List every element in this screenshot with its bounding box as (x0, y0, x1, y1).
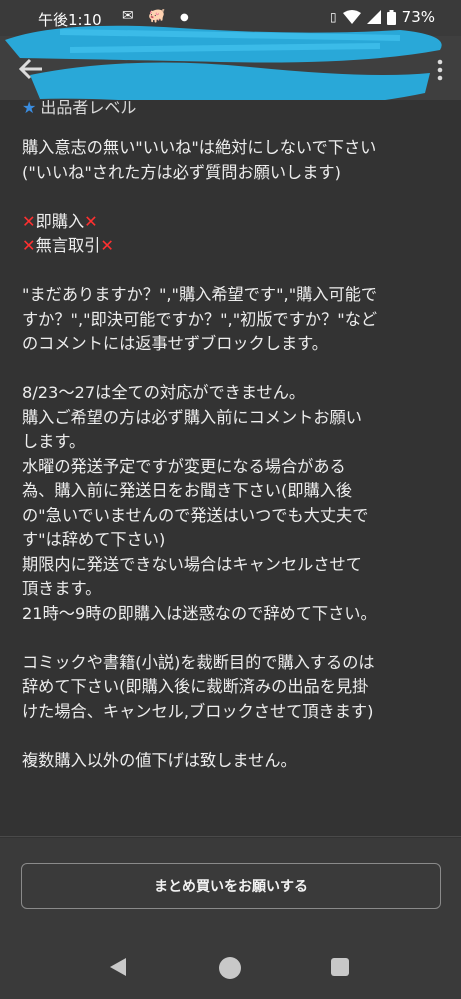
nav-back-icon[interactable] (108, 957, 128, 977)
description-line: 複数購入以外の値下げは致しません。 (22, 750, 297, 770)
description-line: "まだありますか？","購入希望です","購入可能で (22, 285, 378, 304)
description-line: す"は辞めて下さい) (22, 530, 166, 549)
divider (0, 836, 461, 837)
description-line: 購入意志の無い"いいね"は絶対にしないで下さい (22, 138, 377, 157)
vibrate-icon: ▯ (330, 10, 337, 24)
description-line: 頂きます。 (22, 579, 102, 598)
description-line: 為、購入前に発送日をお聞き下さい(即購入後 (22, 481, 353, 500)
description-line: の"急いでいませんので発送はいつでも大丈夫で (22, 505, 369, 525)
description-line: けた場合、キャンセル,ブロックさせて頂きます) (22, 701, 374, 721)
level-badge-icon: ★ (22, 100, 37, 117)
description-line (22, 724, 442, 749)
description-line: ✕即購入✕ (22, 211, 98, 231)
dot-icon: ● (180, 12, 189, 23)
description-line: コミックや書籍(小説)を裁断目的で購入するのは (22, 652, 375, 672)
description-line: 購入ご希望の方は必ず購入前にコメントお願い (22, 407, 362, 427)
description-line: 8/23〜27は全ての対応ができません。 (22, 383, 306, 402)
nav-home-icon[interactable] (219, 957, 241, 979)
description-line: のコメントには返事せずブロックします。 (22, 334, 328, 353)
listing-description: ★ 出品者レベル 購入意志の無い"いいね"は絶対にしないで下さい ("いいね"された… (0, 100, 461, 838)
navigation-bar (0, 935, 461, 999)
signal-icon (366, 10, 381, 24)
description-line (22, 626, 442, 651)
description-line: します。 (22, 432, 86, 451)
description-line (22, 259, 442, 284)
description-line (22, 357, 442, 382)
wifi-icon (342, 10, 361, 24)
cross-mark-icon: ✕ (84, 211, 98, 231)
description-line: 水曜の発送予定ですが変更になる場合がある (22, 456, 346, 476)
nav-recent-icon[interactable] (331, 958, 349, 976)
cross-mark-icon: ✕ (100, 236, 114, 255)
seller-level-label: 出品者レベル (40, 100, 137, 117)
description-line: ✕無言取引✕ (22, 236, 114, 255)
piggy-bank-icon: 🐖 (148, 8, 166, 24)
more-vert-icon[interactable] (437, 58, 443, 82)
description-line: ("いいね"された方は必ず質問お願いします) (22, 162, 341, 182)
status-time: 午後1:10 (38, 11, 102, 29)
cross-mark-icon: ✕ (22, 236, 36, 255)
description-line (22, 185, 442, 210)
battery-icon (386, 9, 396, 25)
description-line: 期限内に発送できない場合はキャンセルさせて (22, 554, 362, 574)
description-text: 購入意志の無い"いいね"は絶対にしないで下さい ("いいね"された方は必ず質問お願… (22, 136, 442, 773)
bundle-request-button[interactable]: まとめ買いをお願いする (21, 863, 441, 909)
description-line: すか？","即決可能ですか？","初版ですか？"など (22, 309, 378, 329)
mail-notification-icon: ✉ (122, 8, 134, 24)
battery-level: 73% (401, 8, 435, 26)
description-line: 21時〜9時の即購入は迷惑なので辞めて下さい。 (22, 603, 377, 623)
status-bar: 午後1:10 ✉ 🐖 ● ▯ 73% (0, 0, 461, 36)
cross-mark-icon: ✕ (22, 211, 36, 231)
description-line: 辞めて下さい(即購入後に裁断済みの出品を見掛 (22, 677, 369, 696)
